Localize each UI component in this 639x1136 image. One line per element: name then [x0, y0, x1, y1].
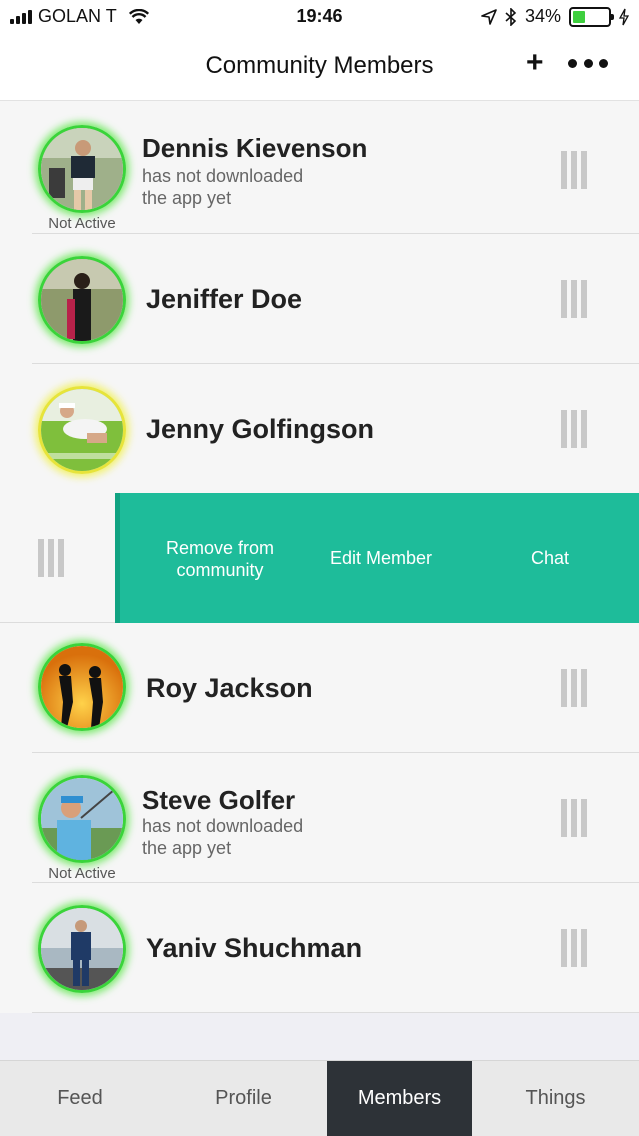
drag-handle-icon[interactable]: [561, 799, 587, 837]
member-name: Jeniffer Doe: [146, 284, 303, 314]
not-active-badge: Not Active: [48, 865, 116, 882]
avatar-photo: [38, 905, 126, 993]
tab-things[interactable]: Things: [472, 1061, 639, 1136]
member-row[interactable]: Jenny Golfingson: [32, 364, 639, 494]
avatar-photo: [38, 775, 126, 863]
member-name: Roy Jackson: [146, 673, 313, 703]
member-row[interactable]: Roy Jackson: [32, 623, 639, 753]
location-icon: [481, 8, 497, 25]
remove-from-community-button[interactable]: Remove from community: [140, 537, 300, 581]
drag-handle-icon[interactable]: [38, 539, 64, 577]
charging-icon: [619, 8, 629, 25]
member-row[interactable]: Not Active Dennis Kievenson has not down…: [32, 101, 639, 234]
status-bar: GOLAN T 19:46 34%: [0, 0, 639, 34]
not-active-badge: Not Active: [48, 215, 116, 232]
drag-handle-icon[interactable]: [561, 280, 587, 318]
drag-handle-icon[interactable]: [561, 151, 587, 189]
member-status-line: has not downloaded: [142, 166, 304, 186]
member-row[interactable]: Yaniv Shuchman: [32, 883, 639, 1013]
remove-label-line1: Remove from: [165, 538, 275, 558]
avatar-photo: [38, 256, 126, 344]
avatar[interactable]: [38, 256, 126, 344]
avatar[interactable]: [38, 905, 126, 993]
drag-handle-icon[interactable]: [561, 669, 587, 707]
member-row[interactable]: Jeniffer Doe: [32, 234, 639, 364]
more-dots-icon[interactable]: [568, 48, 608, 78]
member-name: Jenny Golfingson: [146, 414, 375, 444]
bluetooth-icon: [505, 7, 517, 26]
drag-handle-icon[interactable]: [561, 929, 587, 967]
chat-button[interactable]: Chat: [510, 547, 590, 569]
tab-profile[interactable]: Profile: [160, 1061, 327, 1136]
avatar[interactable]: [38, 643, 126, 731]
battery-fill: [573, 10, 585, 23]
nav-bar: Community Members +: [0, 34, 639, 100]
tab-bar: Feed Profile Members Things: [0, 1060, 639, 1136]
swiped-member-row[interactable]: Remove from community Edit Member Chat: [0, 493, 639, 623]
avatar[interactable]: [38, 125, 126, 213]
avatar-photo: [38, 386, 126, 474]
member-name: Dennis Kievenson: [142, 133, 368, 163]
member-status-line: has not downloaded: [142, 816, 304, 836]
member-status-line: the app yet: [142, 188, 232, 208]
status-bar-right: 34%: [481, 6, 629, 27]
tab-members[interactable]: Members: [327, 1061, 472, 1136]
avatar[interactable]: [38, 775, 126, 863]
member-status-line: the app yet: [142, 838, 232, 858]
swipe-actions-panel: Remove from community Edit Member Chat: [115, 493, 639, 623]
drag-handle-icon[interactable]: [561, 410, 587, 448]
avatar-photo: [38, 643, 126, 731]
avatar[interactable]: [38, 386, 126, 474]
battery-percent: 34%: [524, 6, 561, 26]
member-name: Yaniv Shuchman: [146, 933, 363, 963]
member-row[interactable]: Not Active Steve Golfer has not download…: [32, 753, 639, 883]
members-list-lower: Roy Jackson Not Active Steve Golfer has …: [0, 623, 639, 1013]
member-name: Steve Golfer: [142, 785, 296, 815]
remove-label-line2: community: [176, 560, 264, 580]
add-member-button[interactable]: +: [526, 48, 544, 78]
avatar-photo: [38, 125, 126, 213]
edit-member-button[interactable]: Edit Member: [316, 547, 446, 569]
tab-feed[interactable]: Feed: [0, 1061, 160, 1136]
battery-icon: [569, 6, 614, 27]
